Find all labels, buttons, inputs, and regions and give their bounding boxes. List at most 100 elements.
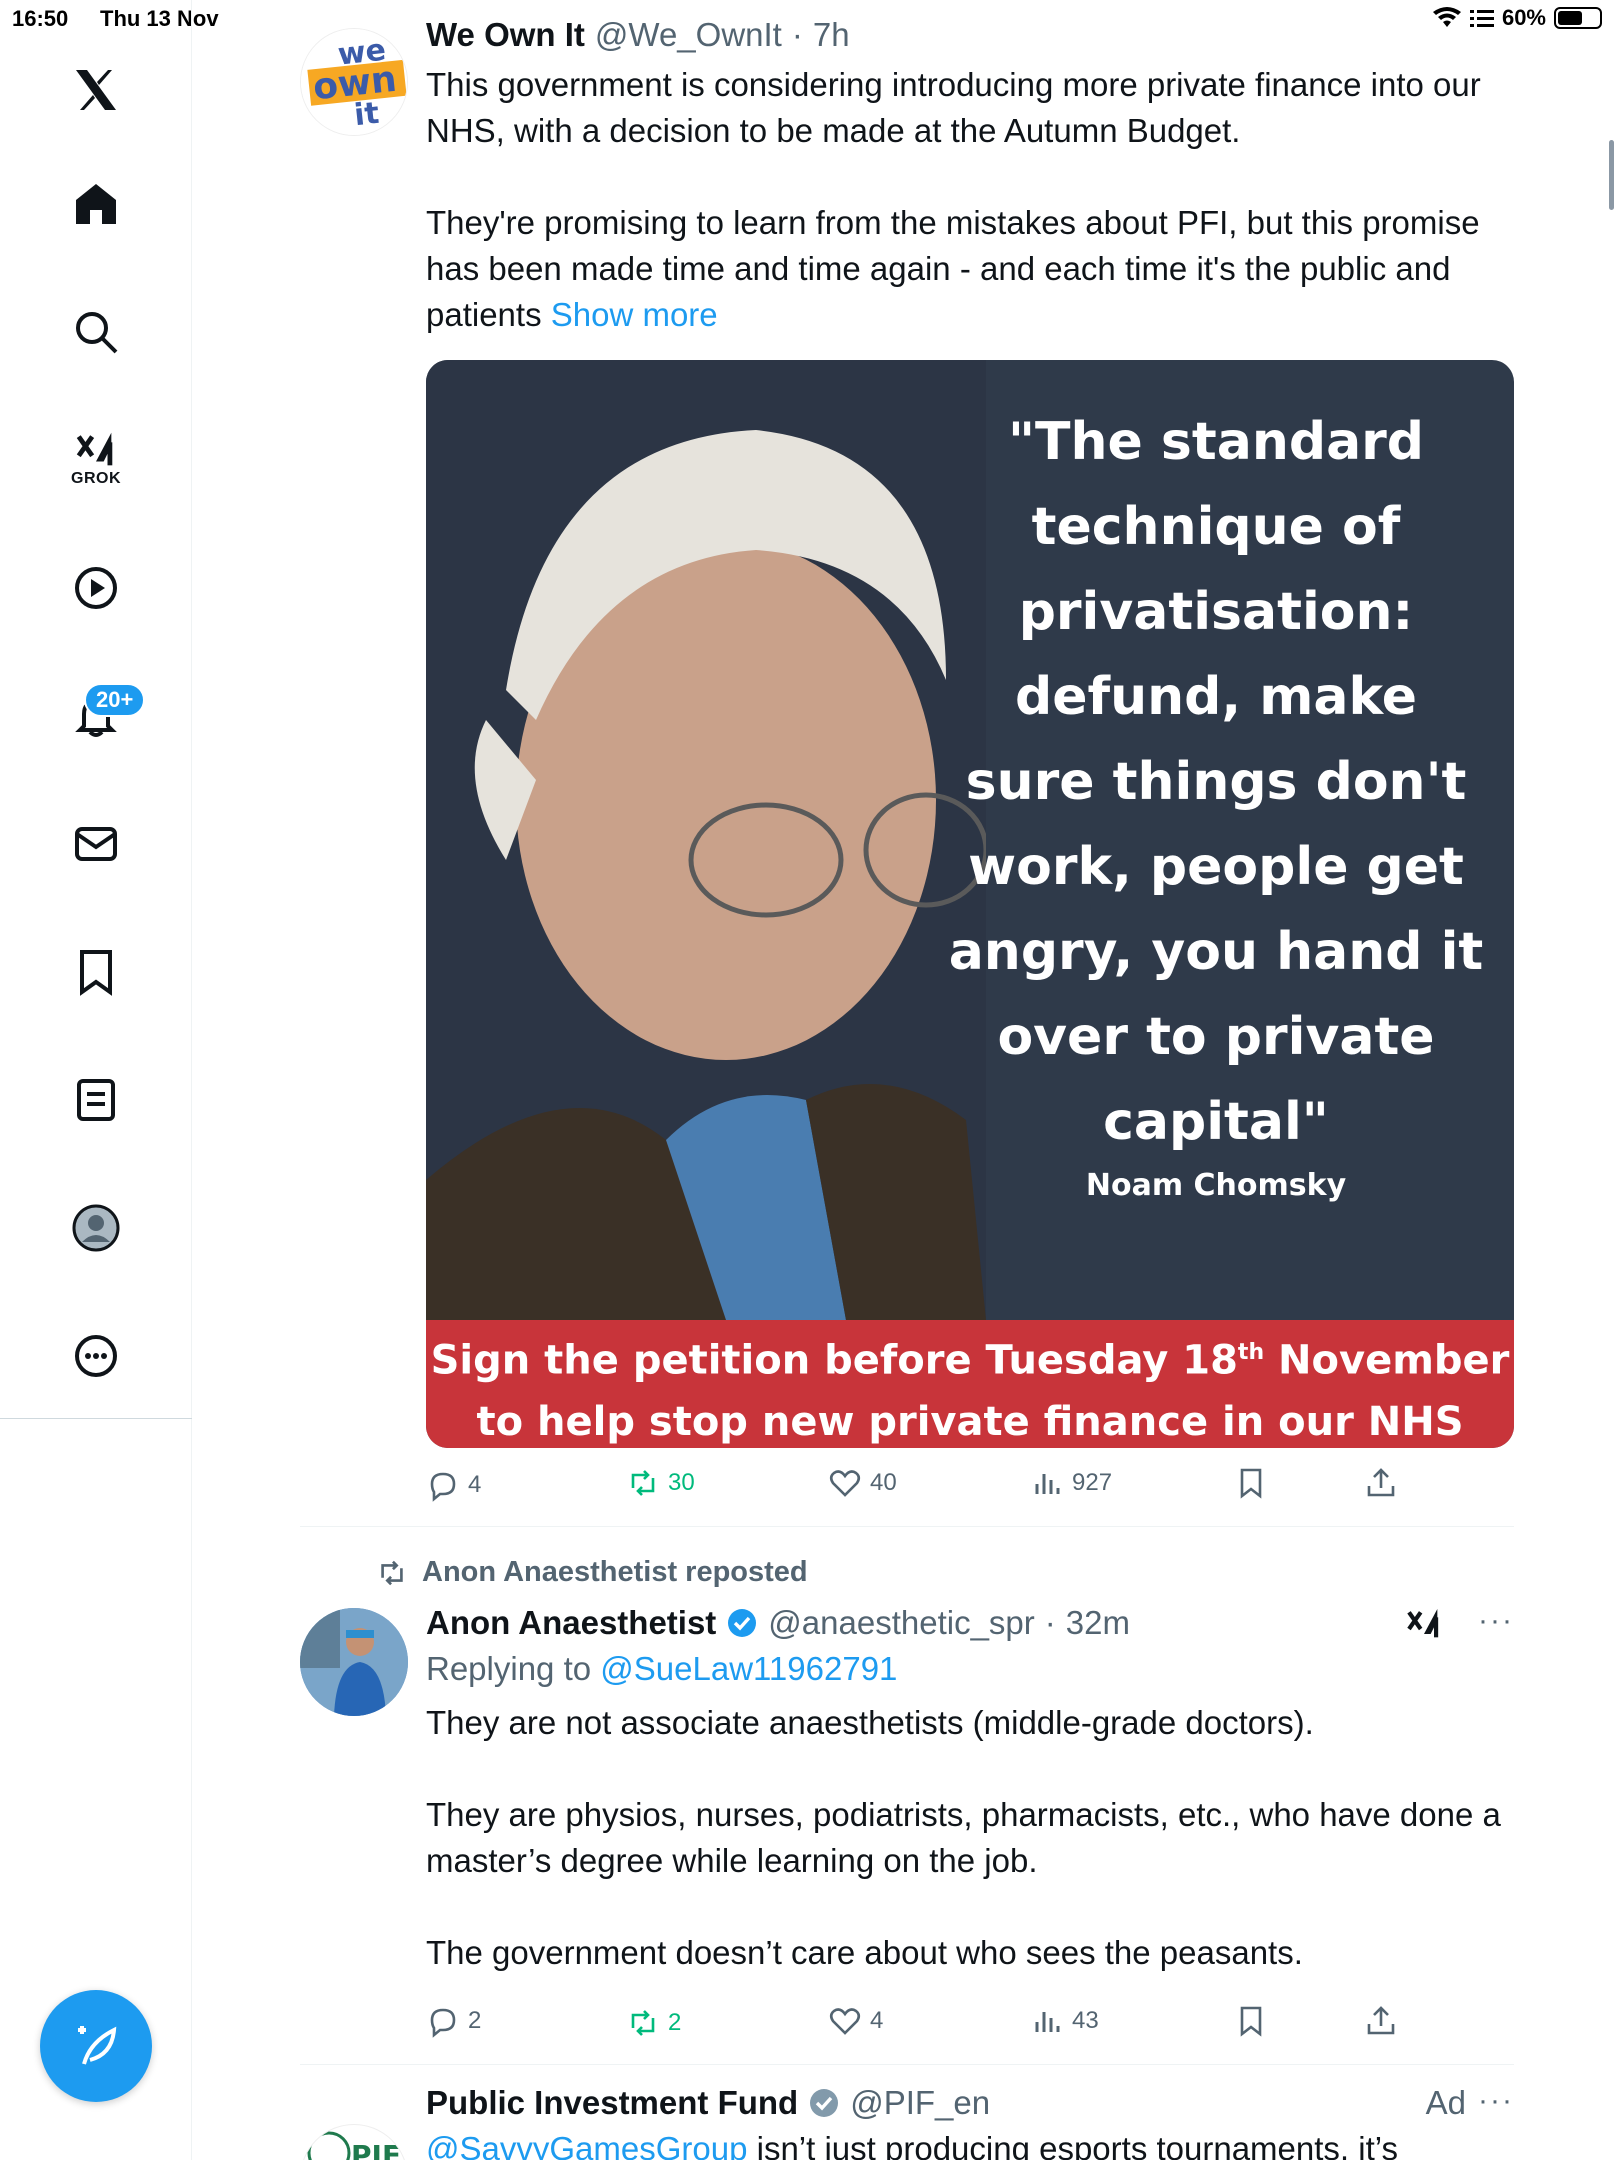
reply-icon [430,1472,456,1502]
tweet-text: This government is considering introduci… [426,62,1514,338]
repost-count: 2 [668,2009,682,2036]
pif-logo-text: PIF [351,2139,401,2160]
scrollbar[interactable] [1609,140,1614,210]
tweet-text-content: isn’t just producing esports tournaments… [747,2130,1398,2160]
sidebar-divider [0,1418,192,1419]
reply-count: 2 [468,2007,482,2034]
compose-post-button[interactable] [40,1990,152,2102]
repost-count: 30 [668,1469,695,1496]
replying-prefix: Replying to [426,1650,601,1687]
lists-icon[interactable] [50,1054,142,1146]
grok-nav-item[interactable]: GROK [50,404,142,496]
x-logo-icon[interactable] [50,44,142,136]
show-more-link[interactable]: Show more [551,296,718,333]
repost-button[interactable]: 2 [626,2006,681,2040]
banner-superscript: th [1237,1340,1265,1365]
views-button[interactable]: 43 [1030,2004,1099,2038]
view-count: 43 [1072,2007,1099,2034]
like-count: 4 [870,2007,884,2034]
post-time[interactable]: 7h [813,16,850,54]
bookmark-icon [1240,1468,1262,1499]
mention-link[interactable]: @SavvyGamesGroup [426,2130,747,2160]
share-icon [1367,1468,1395,1497]
heart-icon [829,2008,861,2035]
search-icon[interactable] [50,286,142,378]
battery-icon [1554,7,1602,29]
grok-icon [76,432,113,466]
grok-label: GROK [71,470,121,487]
repost-indicator: Anon Anaesthetist reposted [376,1556,808,1589]
bookmarks-icon[interactable] [50,926,142,1018]
tweet-text-content: This government is considering introduci… [426,66,1481,333]
bookmark-button[interactable] [1234,2004,1268,2038]
author-name[interactable]: Public Investment Fund [426,2084,798,2122]
repost-icon [631,1470,655,1496]
repost-icon [631,2010,655,2036]
tweet-anon-anaesthetist[interactable]: Anon Anaesthetist reposted Anon Anaesthe… [300,1556,1514,2056]
verified-badge-icon [728,1609,757,1637]
repost-indicator-icon [381,1560,403,1585]
more-options-icon[interactable] [50,1310,142,1402]
author-handle[interactable]: @PIF_en [850,2084,990,2122]
tweet-text: @SavvyGamesGroup isn’t just producing es… [426,2126,1514,2160]
share-icon [1367,2006,1395,2035]
reply-button[interactable]: 4 [426,1468,481,1502]
author-name[interactable]: We Own It [426,16,585,54]
petition-banner: Sign the petition before Tuesday 18th No… [426,1320,1514,1448]
reply-count: 4 [468,1471,482,1498]
home-icon[interactable] [50,158,142,250]
tweet-header: Anon Anaesthetist @anaesthetic_spr · 32m [426,1604,1514,1642]
grok-explain-button[interactable] [1404,1604,1444,1649]
share-button[interactable] [1364,1466,1398,1500]
avatar-anon-anaesthetist[interactable] [300,1608,408,1716]
banner-line-1-part-a: Sign the petition before Tuesday 18 [430,1337,1238,1384]
profile-avatar-icon[interactable] [50,1182,142,1274]
like-button[interactable]: 4 [828,2004,883,2038]
notifications-badge: 20+ [84,683,146,717]
ad-label: Ad [1425,2084,1466,2121]
separator-dot: · [791,16,803,53]
avatar-pif[interactable]: PIF [300,2124,408,2160]
tweet-divider [300,1526,1514,1527]
share-button[interactable] [1364,2004,1398,2038]
tweet-divider [300,2064,1514,2065]
battery-fill [1558,11,1582,25]
author-handle[interactable]: @We_OwnIt [595,16,782,54]
compose-feather-icon [78,2026,117,2065]
views-chart-icon [1035,2012,1060,2032]
verified-badge-gray-icon [810,2089,839,2117]
sidebar: GROK 20+ [0,0,192,2160]
messages-envelope-icon[interactable] [50,798,142,890]
views-button[interactable]: 927 [1030,1466,1112,1500]
tweet-text: They are not associate anaesthetists (mi… [426,1704,1501,1971]
like-count: 40 [870,1469,897,1496]
replying-to-link[interactable]: @SueLaw11962791 [600,1650,897,1687]
tweet-header: We Own It @We_OwnIt · 7h [426,16,1514,54]
tweet-body: Anon Anaesthetist @anaesthetic_spr · 32m… [426,1604,1514,1976]
grok-icon [1407,1609,1439,1638]
video-play-icon[interactable] [50,542,142,634]
bookmark-button[interactable] [1234,1466,1268,1500]
tweet-body: Public Investment Fund @PIF_en @SavvyGam… [426,2084,1514,2160]
author-handle[interactable]: @anaesthetic_spr [768,1604,1034,1642]
tweet-ad-pif[interactable]: PIF Public Investment Fund @PIF_en @Savv… [300,2084,1514,2160]
replying-to: Replying to @SueLaw11962791 [426,1650,1514,1688]
repost-label[interactable]: Anon Anaesthetist reposted [422,1556,808,1589]
post-more-button[interactable]: ··· [1478,2084,1514,2118]
repost-button[interactable]: 30 [626,1466,695,1500]
we-own-it-logo-icon: we own it [301,29,407,135]
svg-text:it: it [353,96,381,133]
views-chart-icon [1035,1474,1060,1494]
reply-icon [430,2008,456,2038]
tweet-image-quote[interactable]: "The standard technique of privatisation… [426,360,1514,1448]
like-button[interactable]: 40 [828,1466,897,1500]
reply-button[interactable]: 2 [426,2004,481,2038]
avatar-we-own-it[interactable]: we own it [300,28,408,136]
pif-logo-icon: PIF [307,2131,401,2160]
portrait-photo [426,360,989,1320]
post-more-button[interactable]: ··· [1478,1604,1514,1638]
post-time[interactable]: 32m [1066,1604,1130,1642]
author-name[interactable]: Anon Anaesthetist [426,1604,716,1642]
heart-icon [829,1470,861,1497]
doctor-photo-icon [300,1608,408,1716]
